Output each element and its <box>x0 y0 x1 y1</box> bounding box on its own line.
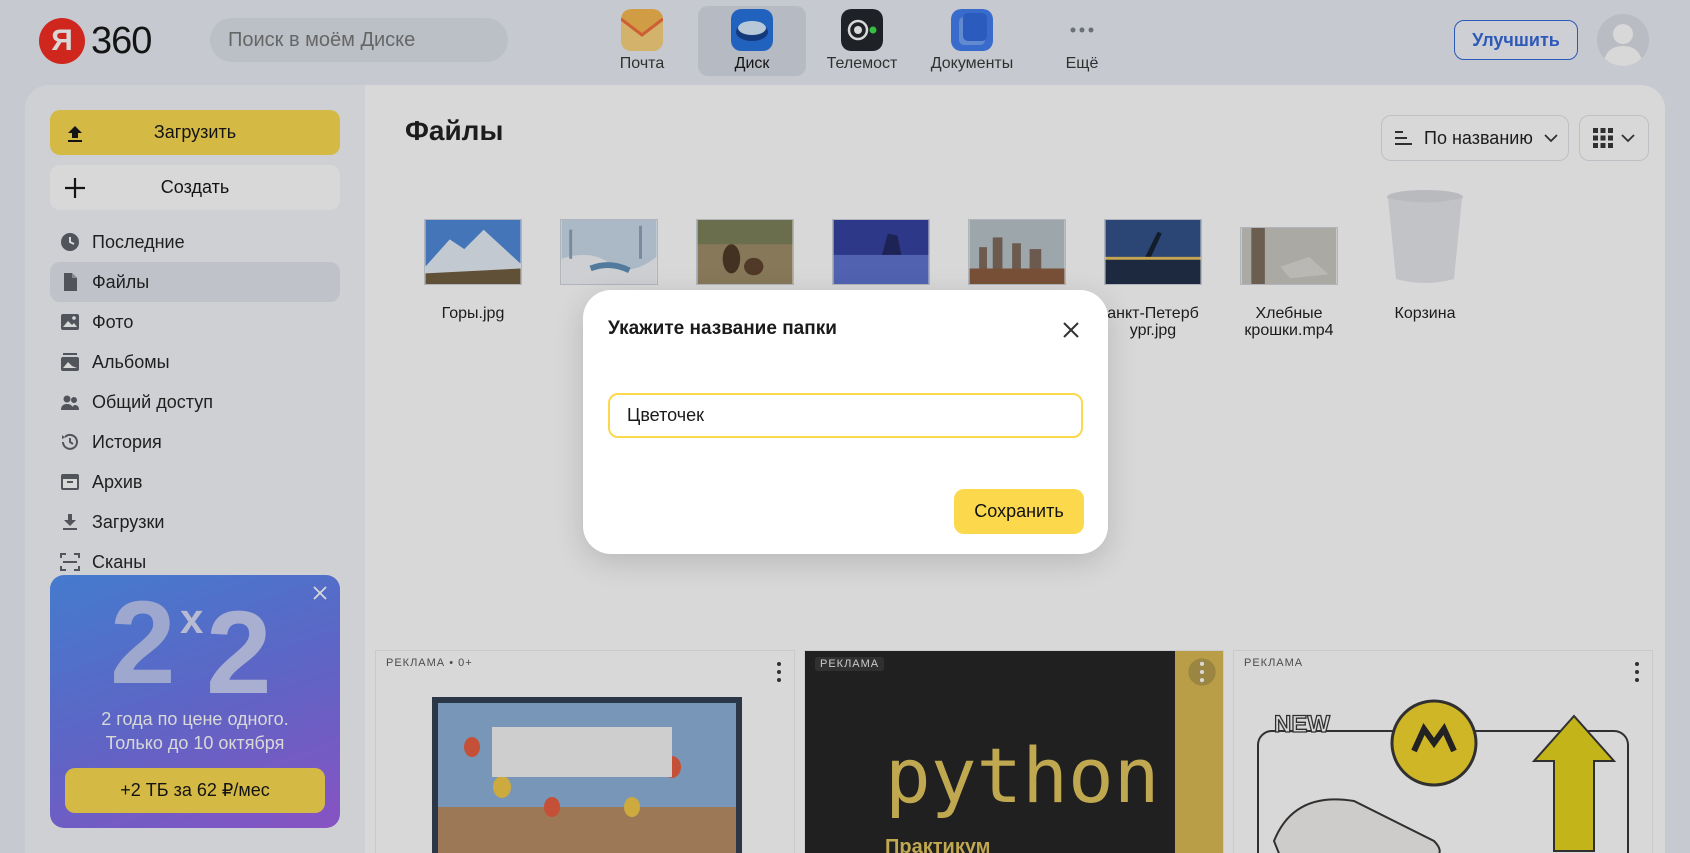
folder-name-input[interactable] <box>608 393 1083 438</box>
create-folder-dialog: Укажите название папки Сохранить <box>583 290 1108 554</box>
dialog-title: Укажите название папки <box>608 318 837 339</box>
save-button[interactable]: Сохранить <box>954 489 1084 534</box>
close-icon[interactable] <box>1061 320 1081 340</box>
